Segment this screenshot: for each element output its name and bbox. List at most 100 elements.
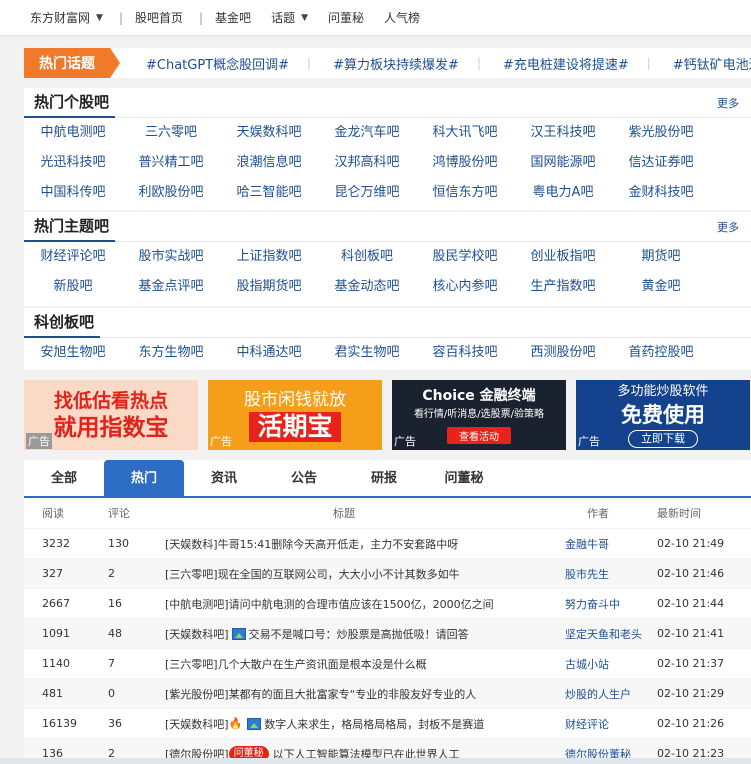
- ad-button[interactable]: 立即下载: [628, 430, 698, 448]
- table-row[interactable]: 2667 16 [中航电测吧] 请问中航电测的合理市值应该在1500亿，2000亿之间…: [24, 588, 751, 618]
- table-row[interactable]: 3232 130 [天娱数科] 牛哥15:41删除今天高开低走，主力不安套路中呀 金融牛…: [24, 528, 751, 558]
- post-title[interactable]: 交易不是喊口号：炒股票是高抛低吸！请回答: [249, 626, 469, 642]
- hot-topic-link[interactable]: #ChatGPT概念股回调#: [146, 54, 289, 73]
- nav-item[interactable]: 股吧首页: [135, 0, 183, 36]
- bar-link[interactable]: 上证指数吧: [220, 242, 318, 272]
- nav-item[interactable]: 话题 ▼: [271, 0, 308, 36]
- bar-link[interactable]: 股民学校吧: [416, 242, 514, 272]
- ad-banner-index[interactable]: 找低估看热点 就用指数宝 广告: [24, 380, 198, 450]
- table-row[interactable]: 16139 36 [天娱数科吧] 🔥 数字人来求生，格局格局格局，封板不是赛道 财经评论 0…: [24, 708, 751, 738]
- hot-topic-link[interactable]: #钙钛矿电池进程提速#: [673, 54, 751, 73]
- post-title-cell[interactable]: [中航电测吧] 请问中航电测的合理市值应该在1500亿，2000亿之间: [161, 596, 557, 612]
- tab-4[interactable]: 研报: [344, 460, 424, 496]
- post-title-cell[interactable]: [三六零吧] 几个大散户在生产资讯面是根本没是什么概: [161, 656, 557, 672]
- bar-link[interactable]: 光迅科技吧: [24, 148, 122, 178]
- bar-link[interactable]: 生产指数吧: [514, 272, 612, 302]
- bar-link[interactable]: 金龙汽车吧: [318, 118, 416, 148]
- post-title-cell[interactable]: [三六零吧] 现在全国的互联网公司，大大小小不计其数多如牛: [161, 566, 557, 582]
- bar-link[interactable]: 容百科技吧: [416, 338, 514, 368]
- bar-link[interactable]: 君实生物吧: [318, 338, 416, 368]
- post-bar-name[interactable]: [天娱数科吧]: [165, 626, 229, 642]
- bar-link[interactable]: 科创板吧: [318, 242, 416, 272]
- nav-item[interactable]: 东方财富网 ▼: [30, 0, 103, 36]
- ad-banner-choice[interactable]: Choice 金融终端 看行情/听消息/选股票/验策略 查看活动 广告: [392, 380, 566, 450]
- tab-1[interactable]: 热门: [104, 460, 184, 496]
- post-author[interactable]: 坚定天鱼和老头: [557, 626, 657, 642]
- bar-link[interactable]: 西测股份吧: [514, 338, 612, 368]
- tab-3[interactable]: 公告: [264, 460, 344, 496]
- bar-link[interactable]: 期货吧: [612, 242, 710, 272]
- nav-item[interactable]: 人气榜: [384, 0, 420, 36]
- post-author[interactable]: 金融牛哥: [557, 536, 657, 552]
- post-author[interactable]: 古城小站: [557, 656, 657, 672]
- more-link[interactable]: 更多: [717, 95, 751, 117]
- tab-5[interactable]: 问董秘: [424, 460, 504, 496]
- bar-link[interactable]: 基金点评吧: [122, 272, 220, 302]
- ad-button[interactable]: 查看活动: [447, 427, 511, 444]
- table-row[interactable]: 327 2 [三六零吧] 现在全国的互联网公司，大大小小不计其数多如牛 股市先生 02-1…: [24, 558, 751, 588]
- post-title[interactable]: 某都有的面且大批富家专“专业的非股友好专业的人: [229, 686, 477, 702]
- bar-link[interactable]: 浪潮信息吧: [220, 148, 318, 178]
- bar-link[interactable]: 基金动态吧: [318, 272, 416, 302]
- bar-link[interactable]: 昆仑万维吧: [318, 178, 416, 208]
- ad-banner-huoqibao[interactable]: 股市闲钱就放 活期宝 广告: [208, 380, 382, 450]
- ad-banner-software[interactable]: 多功能炒股软件 免费使用 立即下载 广告: [576, 380, 750, 450]
- bar-link[interactable]: 金财科技吧: [612, 178, 710, 208]
- bar-link[interactable]: 核心内参吧: [416, 272, 514, 302]
- post-title[interactable]: 现在全国的互联网公司，大大小小不计其数多如牛: [218, 566, 460, 582]
- nav-item[interactable]: 基金吧: [215, 0, 251, 36]
- bar-link[interactable]: 汉王科技吧: [514, 118, 612, 148]
- tab-2[interactable]: 资讯: [184, 460, 264, 496]
- post-title[interactable]: 数字人来求生，格局格局格局，封板不是赛道: [264, 716, 484, 732]
- post-author[interactable]: 努力奋斗中: [557, 596, 657, 612]
- post-title[interactable]: 请问中航电测的合理市值应该在1500亿，2000亿之间: [229, 596, 494, 612]
- post-title-cell[interactable]: [天娱数科] 牛哥15:41删除今天高开低走，主力不安套路中呀: [161, 536, 557, 552]
- bar-link[interactable]: 哈三智能吧: [220, 178, 318, 208]
- table-row[interactable]: 1140 7 [三六零吧] 几个大散户在生产资讯面是根本没是什么概 古城小站 02-10 …: [24, 648, 751, 678]
- post-title[interactable]: 几个大散户在生产资讯面是根本没是什么概: [218, 656, 427, 672]
- bar-link[interactable]: 利欧股份吧: [122, 178, 220, 208]
- post-author[interactable]: 财经评论: [557, 716, 657, 732]
- post-title[interactable]: 牛哥15:41删除今天高开低走，主力不安套路中呀: [218, 536, 459, 552]
- post-bar-name[interactable]: [天娱数科]: [165, 536, 218, 552]
- bar-link[interactable]: 新股吧: [24, 272, 122, 302]
- bar-link[interactable]: 三六零吧: [122, 118, 220, 148]
- tab-0[interactable]: 全部: [24, 460, 104, 496]
- bar-link[interactable]: 科大讯飞吧: [416, 118, 514, 148]
- hot-topic-link[interactable]: #充电桩建设将提速#: [503, 54, 629, 73]
- bar-link[interactable]: 首药控股吧: [612, 338, 710, 368]
- bar-link[interactable]: 紫光股份吧: [612, 118, 710, 148]
- post-bar-name[interactable]: [天娱数科吧]: [165, 716, 229, 732]
- post-title-cell[interactable]: [紫光股份吧] 某都有的面且大批富家专“专业的非股友好专业的人: [161, 686, 557, 702]
- bar-link[interactable]: 普兴精工吧: [122, 148, 220, 178]
- bar-link[interactable]: 黄金吧: [612, 272, 710, 302]
- bar-link[interactable]: 中国科传吧: [24, 178, 122, 208]
- post-bar-name[interactable]: [紫光股份吧]: [165, 686, 229, 702]
- post-bar-name[interactable]: [三六零吧]: [165, 566, 218, 582]
- bar-link[interactable]: 恒信东方吧: [416, 178, 514, 208]
- bar-link[interactable]: 国网能源吧: [514, 148, 612, 178]
- post-bar-name[interactable]: [三六零吧]: [165, 656, 218, 672]
- hot-topic-link[interactable]: #算力板块持续爆发#: [333, 54, 459, 73]
- bar-link[interactable]: 安旭生物吧: [24, 338, 122, 368]
- more-link[interactable]: 更多: [717, 219, 751, 241]
- post-title-cell[interactable]: [天娱数科吧] 🔥 数字人来求生，格局格局格局，封板不是赛道: [161, 716, 557, 732]
- bar-link[interactable]: 粤电力A吧: [514, 178, 612, 208]
- table-row[interactable]: 1091 48 [天娱数科吧] 交易不是喊口号：炒股票是高抛低吸！请回答 坚定天鱼和老头…: [24, 618, 751, 648]
- bar-link[interactable]: 中航电测吧: [24, 118, 122, 148]
- bar-link[interactable]: 创业板指吧: [514, 242, 612, 272]
- bar-link[interactable]: 股指期货吧: [220, 272, 318, 302]
- bar-link[interactable]: 财经评论吧: [24, 242, 122, 272]
- bar-link[interactable]: 汉邦高科吧: [318, 148, 416, 178]
- bar-link[interactable]: 股市实战吧: [122, 242, 220, 272]
- table-row[interactable]: 481 0 [紫光股份吧] 某都有的面且大批富家专“专业的非股友好专业的人 炒股的人生户…: [24, 678, 751, 708]
- bar-link[interactable]: 信达证券吧: [612, 148, 710, 178]
- bar-link[interactable]: 东方生物吧: [122, 338, 220, 368]
- nav-item[interactable]: 问董秘: [328, 0, 364, 36]
- bar-link[interactable]: 中科通达吧: [220, 338, 318, 368]
- post-author[interactable]: 股市先生: [557, 566, 657, 582]
- bar-link[interactable]: 鸿博股份吧: [416, 148, 514, 178]
- post-bar-name[interactable]: [中航电测吧]: [165, 596, 229, 612]
- post-author[interactable]: 炒股的人生户: [557, 686, 657, 702]
- bar-link[interactable]: 天娱数科吧: [220, 118, 318, 148]
